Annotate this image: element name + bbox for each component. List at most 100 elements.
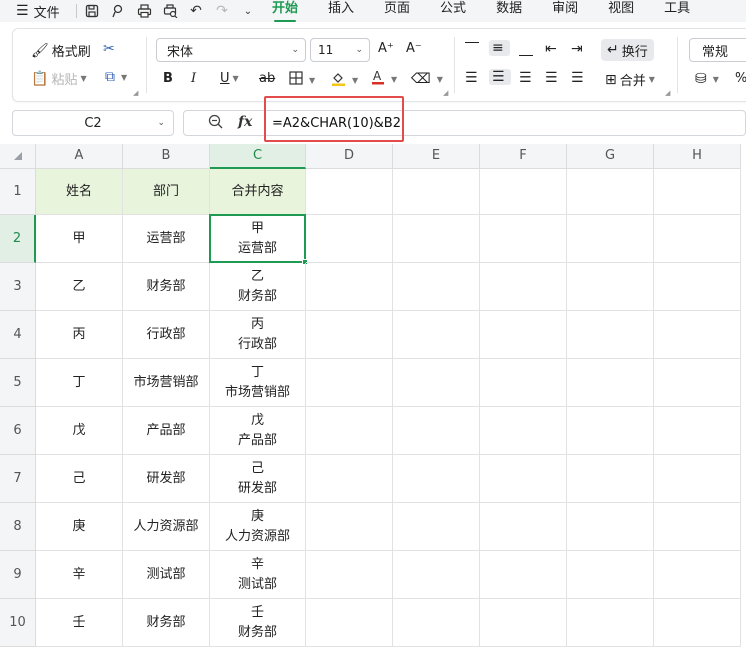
cell-f9[interactable] (480, 551, 567, 599)
row-header-3[interactable]: 3 (0, 263, 36, 311)
cell-b4[interactable]: 行政部 (123, 311, 210, 359)
cell-g2[interactable] (567, 215, 654, 263)
row-header-4[interactable]: 4 (0, 311, 36, 359)
column-header-g[interactable]: G (567, 144, 654, 169)
cell-e5[interactable] (393, 359, 480, 407)
cell-a6[interactable]: 戊 (36, 407, 123, 455)
cell-g1[interactable] (567, 169, 654, 215)
tab-formulas[interactable]: 公式 (440, 0, 466, 22)
cell-g9[interactable] (567, 551, 654, 599)
cell-c6[interactable]: 戊产品部 (210, 407, 306, 455)
group-expand-icon[interactable]: ◢ (665, 89, 670, 97)
distributed-button[interactable]: ☰ (571, 70, 587, 86)
cell-c4[interactable]: 丙行政部 (210, 311, 306, 359)
tab-data[interactable]: 数据 (496, 0, 522, 22)
row-header-9[interactable]: 9 (0, 551, 36, 599)
row-header-5[interactable]: 5 (0, 359, 36, 407)
cell-e4[interactable] (393, 311, 480, 359)
cell-d6[interactable] (306, 407, 393, 455)
align-left-button[interactable]: ☰ (465, 70, 481, 86)
cell-h7[interactable] (654, 455, 741, 503)
cell-c3[interactable]: 乙财务部 (210, 263, 306, 311)
cell-b9[interactable]: 测试部 (123, 551, 210, 599)
cell-b2[interactable]: 运营部 (123, 215, 210, 263)
number-format-select[interactable]: 常规 (689, 38, 746, 62)
cell-d5[interactable] (306, 359, 393, 407)
tab-view[interactable]: 视图 (608, 0, 634, 22)
cell-e2[interactable] (393, 215, 480, 263)
select-all-corner[interactable] (0, 144, 36, 169)
decrease-indent-button[interactable]: ⇤ (545, 41, 560, 57)
cell-e9[interactable] (393, 551, 480, 599)
cell-f4[interactable] (480, 311, 567, 359)
row-header-8[interactable]: 8 (0, 503, 36, 551)
cell-g10[interactable] (567, 599, 654, 647)
cell-g5[interactable] (567, 359, 654, 407)
cell-f5[interactable] (480, 359, 567, 407)
italic-button[interactable]: I (191, 71, 196, 86)
cell-b5[interactable]: 市场营销部 (123, 359, 210, 407)
cell-c7[interactable]: 己研发部 (210, 455, 306, 503)
borders-button[interactable]: ▼ (289, 71, 315, 89)
font-size-select[interactable]: 11 ⌄ (310, 38, 370, 62)
column-header-f[interactable]: F (480, 144, 567, 169)
group-expand-icon[interactable]: ◢ (133, 89, 138, 97)
column-header-a[interactable]: A (36, 144, 123, 169)
cell-b7[interactable]: 研发部 (123, 455, 210, 503)
format-icon[interactable] (107, 1, 129, 21)
cell-e1[interactable] (393, 169, 480, 215)
column-header-b[interactable]: B (123, 144, 210, 169)
align-bottom-button[interactable]: ⎽ (519, 41, 536, 57)
align-top-button[interactable]: ⎺ (465, 41, 482, 57)
merge-button[interactable]: ⊞ 合并 ▼ (605, 70, 655, 90)
cell-a4[interactable]: 丙 (36, 311, 123, 359)
cell-e7[interactable] (393, 455, 480, 503)
cell-f6[interactable] (480, 407, 567, 455)
justify-button[interactable]: ☰ (545, 70, 561, 86)
cell-g8[interactable] (567, 503, 654, 551)
cell-f2[interactable] (480, 215, 567, 263)
cell-a2[interactable]: 甲 (36, 215, 123, 263)
zoom-icon[interactable] (208, 114, 223, 133)
cell-g3[interactable] (567, 263, 654, 311)
cell-c8[interactable]: 庚人力资源部 (210, 503, 306, 551)
file-menu[interactable]: ☰ 文件 (0, 2, 76, 21)
cell-d10[interactable] (306, 599, 393, 647)
cell-h4[interactable] (654, 311, 741, 359)
format-painter-button[interactable]: 🖌 格式刷 (31, 41, 91, 61)
column-header-h[interactable]: H (654, 144, 741, 169)
cell-a7[interactable]: 己 (36, 455, 123, 503)
cell-f8[interactable] (480, 503, 567, 551)
cell-d3[interactable] (306, 263, 393, 311)
fill-color-button[interactable]: ▼ (331, 71, 358, 90)
cell-d8[interactable] (306, 503, 393, 551)
align-middle-button[interactable]: ≡ (489, 40, 510, 56)
cell-g7[interactable] (567, 455, 654, 503)
cell-b10[interactable]: 财务部 (123, 599, 210, 647)
column-header-d[interactable]: D (306, 144, 393, 169)
redo-icon[interactable]: ↷ (211, 1, 233, 21)
clear-format-button[interactable]: ⌫ ▼ (411, 71, 443, 87)
cell-c10[interactable]: 壬财务部 (210, 599, 306, 647)
cell-d2[interactable] (306, 215, 393, 263)
font-name-select[interactable]: 宋体 ⌄ (156, 38, 306, 62)
cell-c9[interactable]: 辛测试部 (210, 551, 306, 599)
row-header-1[interactable]: 1 (0, 169, 36, 215)
align-right-button[interactable]: ☰ (519, 70, 535, 86)
copy-button[interactable]: ⧉ ▼ (105, 69, 127, 85)
cell-a3[interactable]: 乙 (36, 263, 123, 311)
cell-h10[interactable] (654, 599, 741, 647)
cell-h5[interactable] (654, 359, 741, 407)
cell-h6[interactable] (654, 407, 741, 455)
strikethrough-button[interactable]: ab (259, 71, 275, 86)
cell-b6[interactable]: 产品部 (123, 407, 210, 455)
cell-a8[interactable]: 庚 (36, 503, 123, 551)
cell-d7[interactable] (306, 455, 393, 503)
save-icon[interactable] (81, 1, 103, 21)
tab-page[interactable]: 页面 (384, 0, 410, 22)
row-header-2[interactable]: 2 (0, 215, 36, 263)
cell-e6[interactable] (393, 407, 480, 455)
cell-h1[interactable] (654, 169, 741, 215)
cell-a5[interactable]: 丁 (36, 359, 123, 407)
tab-tools[interactable]: 工具 (664, 0, 690, 22)
